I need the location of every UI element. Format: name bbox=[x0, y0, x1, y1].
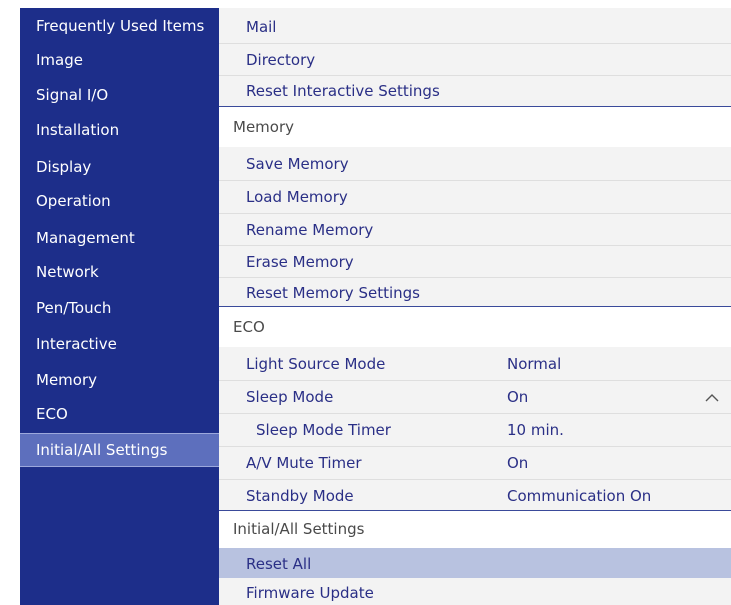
menu-item-label: Reset Memory Settings bbox=[246, 284, 420, 302]
sidebar-item-operation[interactable]: Operation bbox=[20, 185, 219, 217]
section-title: Memory bbox=[233, 118, 295, 136]
sidebar-item-label: Installation bbox=[36, 121, 120, 139]
menu-item-label: Rename Memory bbox=[246, 221, 374, 239]
sidebar-item-display[interactable]: Display bbox=[20, 151, 219, 183]
menu-item-standby-mode[interactable]: Standby Mode Communication On bbox=[219, 480, 731, 510]
menu-item-value: On bbox=[507, 454, 529, 472]
section-header-eco: ECO bbox=[219, 307, 731, 347]
menu-item-sleep-mode-timer[interactable]: Sleep Mode Timer 10 min. bbox=[219, 414, 731, 447]
menu-item-save-memory[interactable]: Save Memory bbox=[219, 147, 731, 181]
sidebar-item-initial-all-settings[interactable]: Initial/All Settings bbox=[20, 433, 219, 467]
sidebar-item-pen-touch[interactable]: Pen/Touch bbox=[20, 292, 219, 324]
sidebar-item-label: Management bbox=[36, 229, 135, 247]
menu-item-value: 10 min. bbox=[507, 421, 564, 439]
sidebar-item-label: Operation bbox=[36, 192, 111, 210]
sidebar-item-label: Memory bbox=[36, 371, 98, 389]
menu-item-reset-interactive-settings[interactable]: Reset Interactive Settings bbox=[219, 76, 731, 106]
menu-item-rename-memory[interactable]: Rename Memory bbox=[219, 214, 731, 246]
menu-item-label: Load Memory bbox=[246, 188, 348, 206]
sidebar-item-installation[interactable]: Installation bbox=[20, 114, 219, 146]
menu-item-label: A/V Mute Timer bbox=[246, 454, 362, 472]
menu-item-label: Standby Mode bbox=[246, 487, 354, 505]
section-title: Initial/All Settings bbox=[233, 520, 365, 538]
menu-item-label: Erase Memory bbox=[246, 253, 354, 271]
sidebar-item-label: Interactive bbox=[36, 335, 117, 353]
menu-item-label: Firmware Update bbox=[246, 584, 374, 602]
sidebar-item-label: Image bbox=[36, 51, 83, 69]
sidebar-item-label: Frequently Used Items bbox=[36, 17, 205, 35]
menu-item-light-source-mode[interactable]: Light Source Mode Normal bbox=[219, 347, 731, 381]
menu-item-label: Light Source Mode bbox=[246, 355, 386, 373]
menu-item-label: Sleep Mode Timer bbox=[256, 421, 391, 439]
menu-item-erase-memory[interactable]: Erase Memory bbox=[219, 246, 731, 278]
sidebar-item-label: Signal I/O bbox=[36, 86, 109, 104]
menu-item-label: Save Memory bbox=[246, 155, 349, 173]
sidebar-item-eco[interactable]: ECO bbox=[20, 398, 219, 430]
sidebar-item-image[interactable]: Image bbox=[20, 44, 219, 76]
sidebar-item-interactive[interactable]: Interactive bbox=[20, 328, 219, 360]
menu-item-directory[interactable]: Directory bbox=[219, 44, 731, 76]
section-header-initial-all-settings: Initial/All Settings bbox=[219, 511, 731, 548]
menu-item-av-mute-timer[interactable]: A/V Mute Timer On bbox=[219, 447, 731, 480]
menu-item-sleep-mode[interactable]: Sleep Mode On bbox=[219, 381, 731, 414]
menu-item-reset-all[interactable]: Reset All bbox=[219, 548, 731, 578]
settings-content-panel: Mail Directory Reset Interactive Setting… bbox=[219, 8, 731, 605]
sidebar-item-network[interactable]: Network bbox=[20, 256, 219, 288]
menu-item-value: Normal bbox=[507, 355, 562, 373]
menu-item-firmware-update[interactable]: Firmware Update bbox=[219, 578, 731, 605]
sidebar-item-signal-io[interactable]: Signal I/O bbox=[20, 79, 219, 111]
menu-item-value: On bbox=[507, 388, 529, 406]
sidebar-item-label: Network bbox=[36, 263, 99, 281]
menu-item-value: Communication On bbox=[507, 487, 652, 505]
menu-item-mail[interactable]: Mail bbox=[219, 10, 731, 44]
sidebar-item-label: Pen/Touch bbox=[36, 299, 112, 317]
section-header-memory: Memory bbox=[219, 107, 731, 147]
sidebar-item-label: Display bbox=[36, 158, 92, 176]
menu-item-label: Sleep Mode bbox=[246, 388, 334, 406]
menu-item-reset-memory-settings[interactable]: Reset Memory Settings bbox=[219, 278, 731, 306]
menu-item-label: Directory bbox=[246, 51, 316, 69]
sidebar-item-frequently-used-items[interactable]: Frequently Used Items bbox=[20, 10, 219, 42]
menu-item-label: Reset All bbox=[246, 555, 312, 573]
chevron-up-icon[interactable] bbox=[705, 381, 719, 413]
section-title: ECO bbox=[233, 318, 265, 336]
menu-item-label: Reset Interactive Settings bbox=[246, 82, 440, 100]
sidebar-menu: Frequently Used Items Image Signal I/O I… bbox=[20, 8, 219, 605]
sidebar-item-label: Initial/All Settings bbox=[36, 441, 168, 459]
menu-item-load-memory[interactable]: Load Memory bbox=[219, 181, 731, 214]
sidebar-item-label: ECO bbox=[36, 405, 68, 423]
menu-item-label: Mail bbox=[246, 18, 277, 36]
sidebar-item-management[interactable]: Management bbox=[20, 222, 219, 254]
settings-menu-screen: Frequently Used Items Image Signal I/O I… bbox=[0, 0, 731, 605]
sidebar-item-memory[interactable]: Memory bbox=[20, 364, 219, 396]
